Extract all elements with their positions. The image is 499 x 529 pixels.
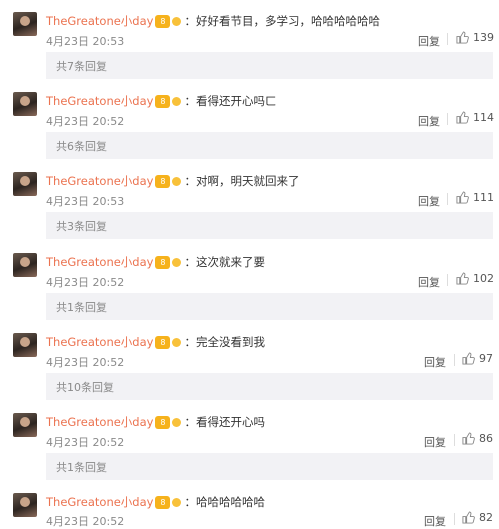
view-replies-link[interactable]: 共6条回复 xyxy=(46,132,493,159)
like-button[interactable]: 82 xyxy=(462,511,493,524)
comment-timestamp: 4月23日 20:52 xyxy=(46,515,125,528)
comment-header: TheGreatone小day 8 ：这次就来了要 xyxy=(46,253,265,271)
comment-timestamp: 4月23日 20:52 xyxy=(46,115,125,128)
comment-feed: TheGreatone小day 8 ：好好看节目，多学习，哈哈哈哈哈哈 4月23… xyxy=(0,0,499,528)
comment-timestamp: 4月23日 20:53 xyxy=(46,195,125,208)
like-button[interactable]: 111 xyxy=(456,191,494,204)
vip-badge-icon: 8 xyxy=(155,255,171,269)
reply-button[interactable]: 回复 xyxy=(418,113,440,129)
comment-text: ：对啊，明天就回来了 xyxy=(184,174,300,188)
action-divider xyxy=(447,113,448,125)
comment-text: ：这次就来了要 xyxy=(184,255,265,269)
comment-timestamp: 4月23日 20:52 xyxy=(46,436,125,449)
thumbs-up-icon xyxy=(462,352,475,365)
like-button[interactable]: 114 xyxy=(456,111,494,124)
crown-icon xyxy=(171,497,182,508)
avatar[interactable] xyxy=(13,172,37,196)
username-link[interactable]: TheGreatone小day xyxy=(46,13,153,29)
comment-timestamp: 4月23日 20:52 xyxy=(46,356,125,369)
reply-button[interactable]: 回复 xyxy=(424,513,446,529)
thumbs-up-icon xyxy=(462,432,475,445)
action-divider xyxy=(447,193,448,205)
like-button[interactable]: 102 xyxy=(456,272,494,285)
like-button[interactable]: 97 xyxy=(462,352,493,365)
vip-badge-icon: 8 xyxy=(155,174,171,188)
action-divider xyxy=(454,434,455,446)
avatar[interactable] xyxy=(13,12,37,36)
thumbs-up-icon xyxy=(456,191,469,204)
action-divider xyxy=(447,274,448,286)
thumbs-up-icon xyxy=(462,511,475,524)
reply-button[interactable]: 回复 xyxy=(418,193,440,209)
comment-header: TheGreatone小day 8 ：看得还开心吗 xyxy=(46,413,265,431)
like-button[interactable]: 86 xyxy=(462,432,493,445)
vip-badge-icon: 8 xyxy=(155,415,171,429)
username-link[interactable]: TheGreatone小day xyxy=(46,173,153,189)
like-count: 139 xyxy=(473,31,494,44)
username-link[interactable]: TheGreatone小day xyxy=(46,254,153,270)
reply-button[interactable]: 回复 xyxy=(424,354,446,370)
comment-header: TheGreatone小day 8 ：完全没看到我 xyxy=(46,333,265,351)
thumbs-up-icon xyxy=(456,272,469,285)
vip-badge-icon: 8 xyxy=(155,94,171,108)
view-replies-link[interactable]: 共1条回复 xyxy=(46,453,493,480)
crown-icon xyxy=(171,337,182,348)
comment-header: TheGreatone小day 8 ：好好看节目，多学习，哈哈哈哈哈哈 xyxy=(46,12,380,30)
action-divider xyxy=(454,354,455,366)
avatar[interactable] xyxy=(13,92,37,116)
comment-text: ：完全没看到我 xyxy=(184,335,265,349)
vip-badge-icon: 8 xyxy=(155,495,171,509)
comment-timestamp: 4月23日 20:53 xyxy=(46,35,125,48)
comment-header: TheGreatone小day 8 ：看得还开心吗ㄈ xyxy=(46,92,276,110)
like-count: 97 xyxy=(479,352,493,365)
thumbs-up-icon xyxy=(456,31,469,44)
comment-text: ：看得还开心吗 xyxy=(184,415,265,429)
like-count: 82 xyxy=(479,511,493,524)
crown-icon xyxy=(171,257,182,268)
thumbs-up-icon xyxy=(456,111,469,124)
crown-icon xyxy=(171,176,182,187)
vip-badge-icon: 8 xyxy=(155,14,171,28)
action-divider xyxy=(447,33,448,45)
reply-button[interactable]: 回复 xyxy=(418,274,440,290)
view-replies-link[interactable]: 共10条回复 xyxy=(46,373,493,400)
like-count: 114 xyxy=(473,111,494,124)
username-link[interactable]: TheGreatone小day xyxy=(46,334,153,350)
comment-header: TheGreatone小day 8 ：哈哈哈哈哈哈 xyxy=(46,493,265,511)
reply-button[interactable]: 回复 xyxy=(418,33,440,49)
username-link[interactable]: TheGreatone小day xyxy=(46,93,153,109)
action-divider xyxy=(454,513,455,525)
comment-timestamp: 4月23日 20:52 xyxy=(46,276,125,289)
like-count: 111 xyxy=(473,191,494,204)
username-link[interactable]: TheGreatone小day xyxy=(46,494,153,510)
avatar[interactable] xyxy=(13,493,37,517)
view-replies-link[interactable]: 共7条回复 xyxy=(46,52,493,79)
avatar[interactable] xyxy=(13,413,37,437)
avatar[interactable] xyxy=(13,253,37,277)
avatar[interactable] xyxy=(13,333,37,357)
like-count: 102 xyxy=(473,272,494,285)
comment-header: TheGreatone小day 8 ：对啊，明天就回来了 xyxy=(46,172,299,190)
view-replies-link[interactable]: 共3条回复 xyxy=(46,212,493,239)
crown-icon xyxy=(171,96,182,107)
crown-icon xyxy=(171,417,182,428)
view-replies-link[interactable]: 共1条回复 xyxy=(46,293,493,320)
comment-text: ：看得还开心吗ㄈ xyxy=(184,94,277,108)
like-count: 86 xyxy=(479,432,493,445)
reply-button[interactable]: 回复 xyxy=(424,434,446,450)
like-button[interactable]: 139 xyxy=(456,31,494,44)
vip-badge-icon: 8 xyxy=(155,335,171,349)
username-link[interactable]: TheGreatone小day xyxy=(46,414,153,430)
comment-text: ：好好看节目，多学习，哈哈哈哈哈哈 xyxy=(184,14,380,28)
crown-icon xyxy=(171,16,182,27)
comment-text: ：哈哈哈哈哈哈 xyxy=(184,495,265,509)
